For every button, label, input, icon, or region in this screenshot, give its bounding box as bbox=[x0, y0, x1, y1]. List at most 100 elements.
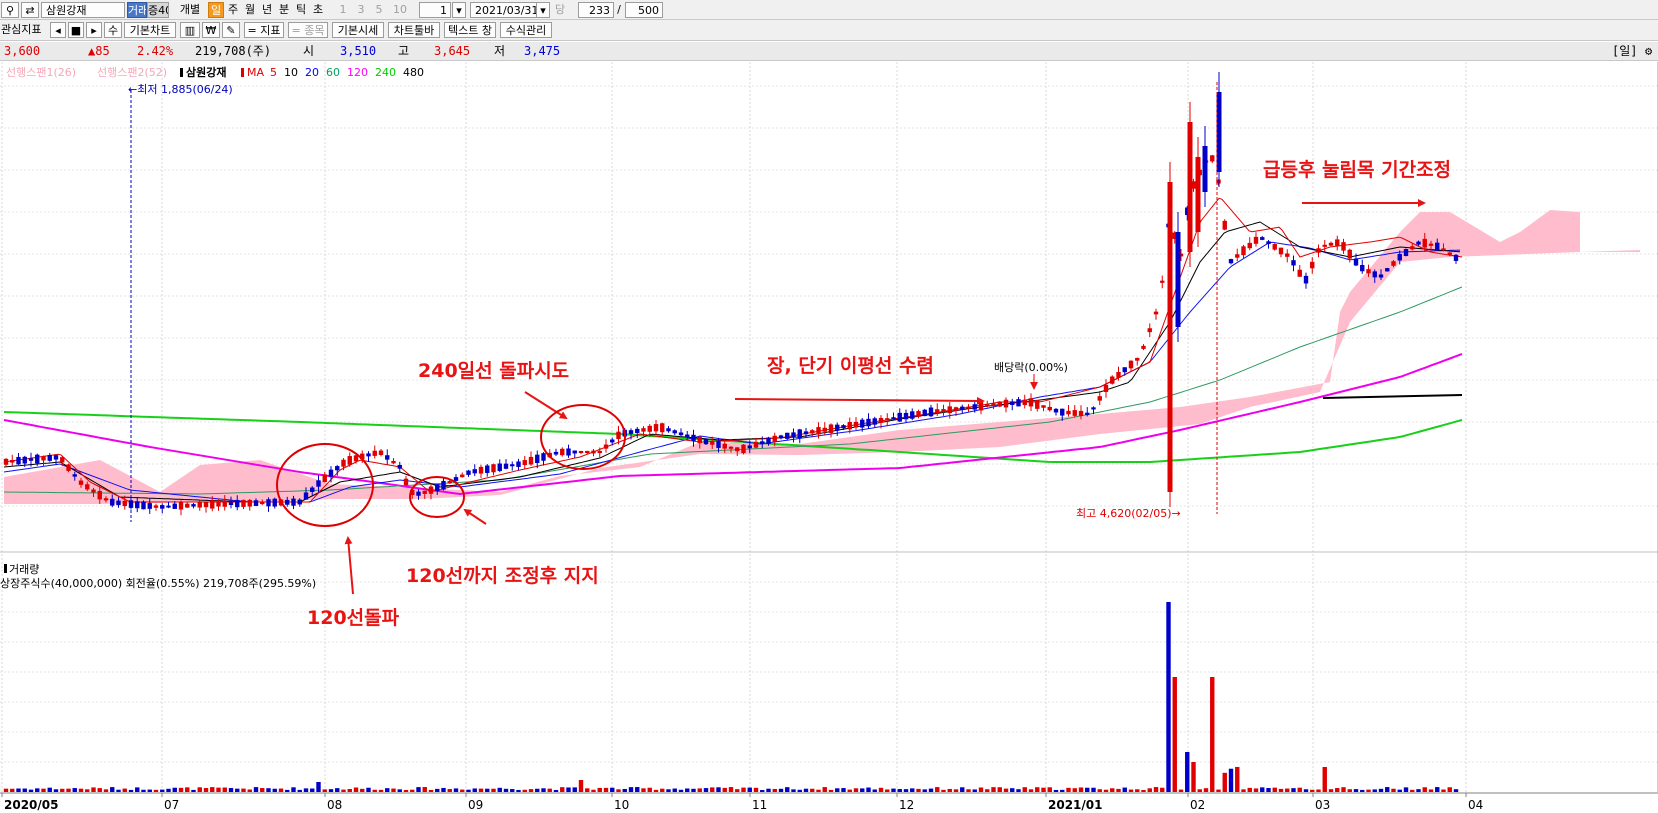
interval-5[interactable]: 5 bbox=[373, 2, 385, 18]
count-input[interactable]: 233 bbox=[578, 2, 614, 18]
candle-body bbox=[1047, 406, 1052, 411]
candle-body bbox=[822, 427, 827, 432]
volume-bar bbox=[722, 787, 727, 792]
watchlist-indicator-button[interactable]: 관심지표 bbox=[0, 22, 46, 38]
interval-10[interactable]: 10 bbox=[391, 2, 409, 18]
candle-body bbox=[1241, 246, 1246, 256]
candle-body bbox=[372, 450, 377, 456]
stock-chart[interactable]: ←최저 1,885(06/24) 최고 4,620(02/05)→ 배당락(0.… bbox=[0, 62, 1658, 813]
interval-1[interactable]: 1 bbox=[337, 2, 349, 18]
chart-toolbar-button[interactable]: 차트툴바 bbox=[388, 22, 440, 38]
won-tool-button[interactable]: ₩ bbox=[202, 22, 220, 38]
volume-bar bbox=[1235, 766, 1240, 792]
next-button[interactable]: ▸ bbox=[86, 22, 102, 38]
volume-bar bbox=[728, 787, 734, 792]
volume-bar bbox=[1147, 788, 1152, 792]
candle-body bbox=[1022, 399, 1027, 406]
candle-body bbox=[3, 458, 9, 465]
receive-button[interactable]: 수 bbox=[104, 22, 122, 38]
candle-body bbox=[660, 423, 665, 433]
volume-bar bbox=[591, 789, 596, 792]
candle-tool-button[interactable]: ▥ bbox=[180, 22, 200, 38]
candle-body bbox=[10, 459, 15, 463]
candle-body bbox=[1422, 238, 1427, 248]
period-month[interactable]: 월 bbox=[243, 2, 257, 18]
volume-bar bbox=[1410, 789, 1415, 792]
volume-bar bbox=[116, 789, 121, 792]
candle-body bbox=[891, 417, 896, 420]
volume-bar bbox=[972, 789, 977, 792]
candle-body bbox=[1122, 367, 1127, 373]
volume-bar bbox=[222, 787, 227, 792]
candle-body bbox=[553, 451, 559, 455]
candle-body bbox=[1097, 396, 1102, 401]
high-marker-label: 최고 4,620(02/05)→ bbox=[1076, 507, 1181, 520]
wrench-tool-button[interactable]: ✎ bbox=[222, 22, 240, 38]
interval-input[interactable]: 1 bbox=[419, 2, 451, 18]
volume-bar bbox=[1297, 787, 1302, 792]
volume-bar bbox=[572, 787, 577, 792]
refresh-button[interactable]: ⇄ bbox=[21, 2, 39, 18]
search-button[interactable]: ⚲ bbox=[1, 2, 19, 18]
period-week[interactable]: 주 bbox=[226, 2, 240, 18]
period-day[interactable]: 일 bbox=[208, 2, 224, 18]
candle-body bbox=[416, 491, 421, 496]
change-percent: 2.42% bbox=[137, 44, 174, 58]
won-icon: ₩ bbox=[205, 24, 217, 37]
candle-body bbox=[235, 499, 240, 508]
period-year[interactable]: 년 bbox=[260, 2, 274, 18]
interval-3[interactable]: 3 bbox=[355, 2, 367, 18]
individual-button[interactable]: 개별 bbox=[175, 2, 205, 18]
candle-body bbox=[791, 432, 796, 438]
volume-bar bbox=[997, 787, 1002, 792]
text-window-button[interactable]: 텍스트 창 bbox=[444, 22, 496, 38]
ma20-line bbox=[3, 241, 1461, 503]
volume-bar bbox=[841, 788, 846, 792]
candle-body bbox=[247, 499, 252, 507]
candle-body bbox=[1303, 275, 1309, 284]
settings-icon[interactable]: ⚙ bbox=[1645, 44, 1652, 59]
volume-bar bbox=[516, 789, 521, 792]
formula-manager-button[interactable]: 수식관리 bbox=[500, 22, 552, 38]
stock-compare-button[interactable]: = 종목 bbox=[288, 22, 328, 38]
stock-name-field[interactable]: 삼원강재 bbox=[41, 2, 125, 18]
stop-button[interactable]: ■ bbox=[68, 22, 84, 38]
volume-bar bbox=[447, 789, 452, 792]
interval-dropdown[interactable]: ▾ bbox=[452, 2, 466, 18]
prev-button[interactable]: ◂ bbox=[50, 22, 66, 38]
search-icon: ⚲ bbox=[5, 4, 15, 17]
basic-chart-button[interactable]: 기본차트 bbox=[124, 22, 176, 38]
candle-body bbox=[941, 409, 946, 412]
annotation-240-arrow bbox=[524, 391, 568, 420]
candle-body bbox=[1322, 244, 1327, 247]
candle-body bbox=[47, 455, 52, 461]
ma240-line bbox=[3, 411, 1463, 463]
volume-bar bbox=[1078, 787, 1084, 792]
candle-body bbox=[953, 407, 959, 411]
count-total[interactable]: 500 bbox=[625, 2, 663, 18]
candle-body bbox=[222, 500, 227, 507]
period-tick[interactable]: 틱 bbox=[294, 2, 308, 18]
volume-bar bbox=[878, 787, 884, 792]
date-dropdown[interactable]: ▾ bbox=[536, 2, 550, 18]
candle-body bbox=[903, 412, 909, 420]
period-second[interactable]: 초 bbox=[311, 2, 325, 18]
candle-body bbox=[778, 435, 784, 439]
basic-price-button[interactable]: 기본시세 bbox=[332, 22, 384, 38]
high-label: 고 bbox=[398, 44, 410, 58]
annotation-converge: 장, 단기 이평선 수렴 bbox=[767, 355, 934, 377]
candle-body bbox=[147, 503, 152, 509]
candle-body bbox=[535, 454, 540, 463]
period-minute[interactable]: 분 bbox=[277, 2, 291, 18]
candle-body bbox=[841, 425, 846, 429]
candle-body bbox=[1091, 407, 1096, 410]
volume-bar bbox=[703, 788, 709, 792]
volume-bar bbox=[622, 788, 627, 792]
volume-bar bbox=[303, 788, 309, 792]
margin-badge[interactable]: 증40 bbox=[147, 2, 169, 18]
indicator-button[interactable]: = 지표 bbox=[244, 22, 284, 38]
volume-bar bbox=[1353, 789, 1359, 792]
exchange-button[interactable]: 거래 bbox=[127, 2, 147, 18]
candle-body bbox=[703, 438, 709, 445]
candle-body bbox=[1360, 264, 1365, 272]
